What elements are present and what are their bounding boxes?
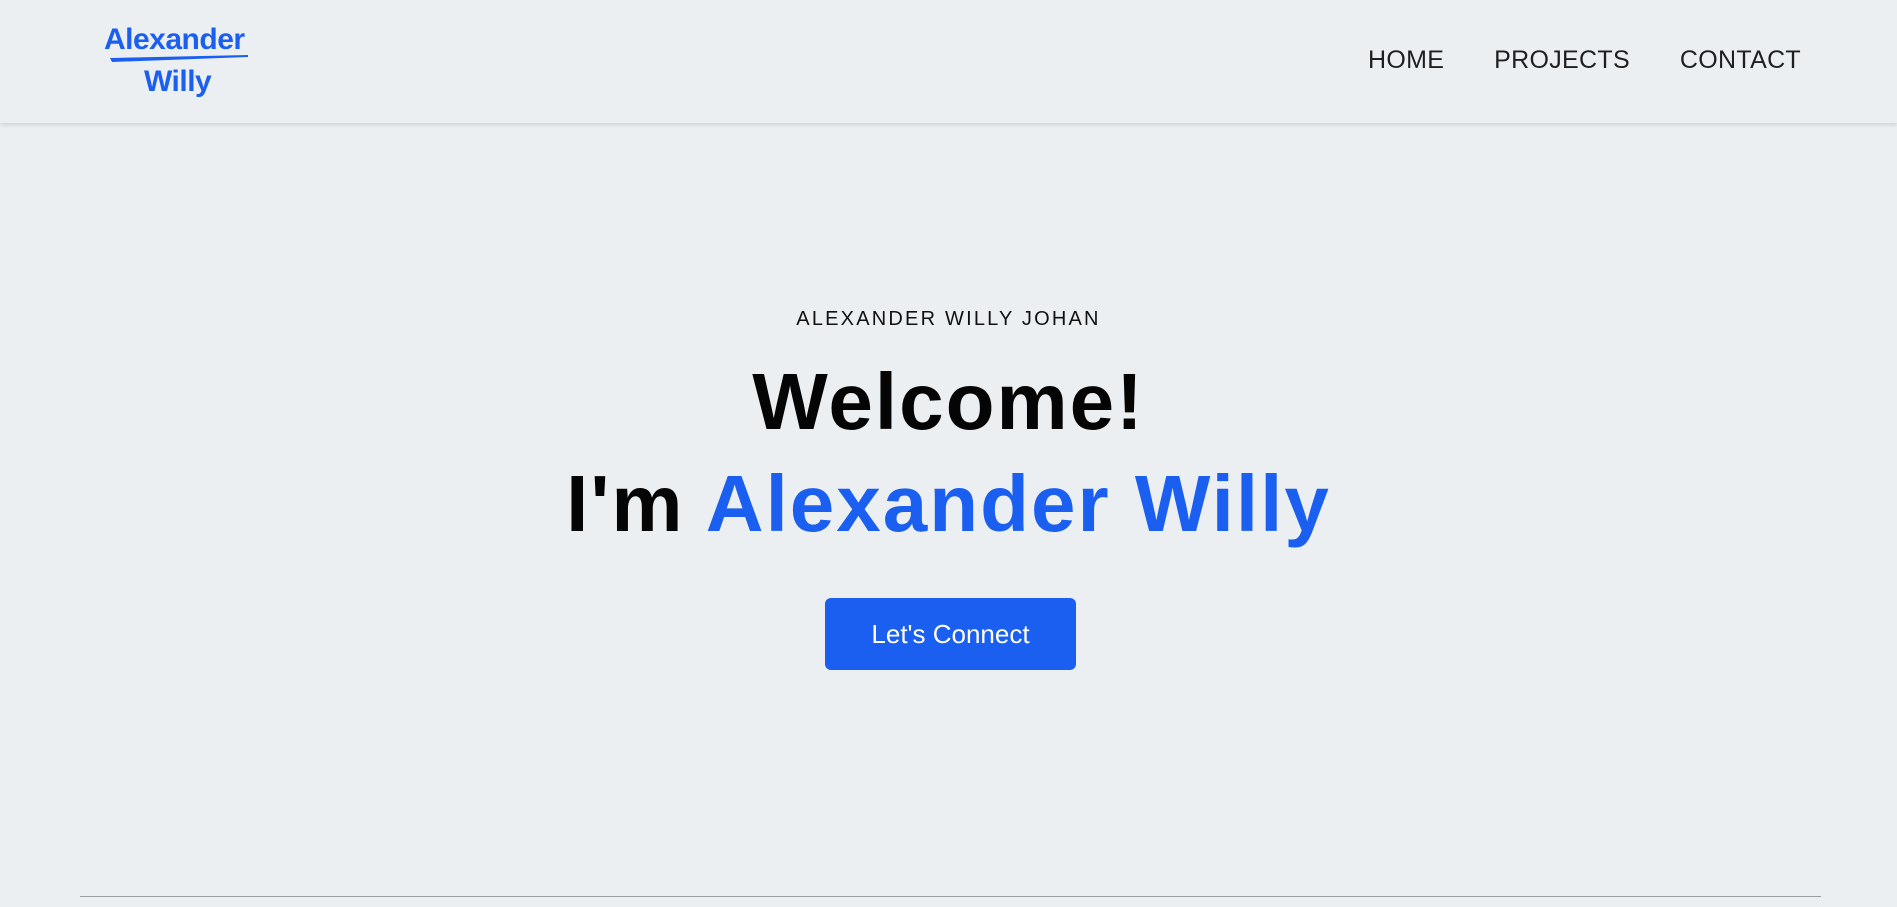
headline-name: Alexander Willy	[705, 459, 1331, 548]
logo-line1: Alexander	[104, 23, 245, 56]
nav-item-contact[interactable]: CONTACT	[1680, 46, 1801, 75]
main-nav: HOME PROJECTS CONTACT	[1368, 46, 1801, 75]
logo-mark: Alexander Willy	[104, 23, 248, 98]
logo-swoosh	[110, 55, 248, 62]
hero-section: ALEXANDER WILLY JOHAN Welcome! I'm Alexa…	[0, 123, 1897, 893]
logo-line2: Willy	[144, 65, 212, 98]
site-header: Alexander Willy HOME PROJECTS CONTACT	[0, 0, 1897, 123]
lets-connect-button[interactable]: Let's Connect	[825, 598, 1076, 670]
hero-headline: Welcome! I'm Alexander Willy	[0, 351, 1897, 555]
logo[interactable]: Alexander Willy	[104, 22, 254, 102]
section-divider	[80, 896, 1821, 897]
nav-item-home[interactable]: HOME	[1368, 46, 1444, 75]
headline-welcome: Welcome!	[752, 357, 1145, 446]
hero-eyebrow: ALEXANDER WILLY JOHAN	[796, 308, 1101, 330]
headline-prefix: I'm	[566, 459, 685, 548]
nav-item-projects[interactable]: PROJECTS	[1494, 46, 1630, 75]
